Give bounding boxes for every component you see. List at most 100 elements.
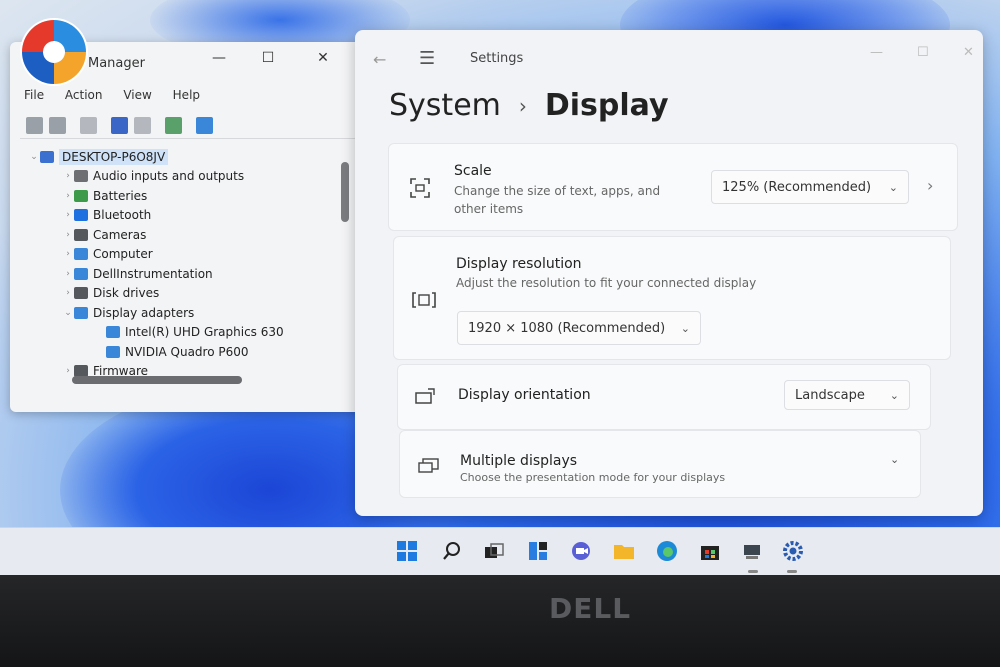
chevron-down-icon[interactable]: ⌄ — [890, 453, 899, 466]
tree-item[interactable]: Intel(R) UHD Graphics 630 — [28, 323, 348, 343]
display-adapter-icon — [74, 306, 88, 319]
tree-item[interactable]: NVIDIA Quadro P600 — [28, 342, 348, 362]
tree-item-label: Display adapters — [93, 305, 195, 320]
scale-dropdown[interactable]: 125% (Recommended) ⌄ — [711, 170, 909, 204]
multiple-displays-card[interactable]: Multiple displays Choose the presentatio… — [399, 430, 921, 498]
search-icon[interactable] — [440, 539, 464, 563]
menu-icon[interactable]: ☰ — [419, 48, 435, 69]
horizontal-scrollbar[interactable] — [72, 376, 242, 384]
resolution-dropdown[interactable]: 1920 × 1080 (Recommended) ⌄ — [457, 311, 701, 345]
edge-icon[interactable] — [655, 539, 679, 563]
battery-icon — [74, 189, 88, 202]
settings-icon[interactable] — [781, 539, 805, 563]
tree-item[interactable]: › Bluetooth — [28, 206, 348, 226]
computer-icon — [40, 150, 54, 163]
menu-bar: File Action View Help — [24, 88, 217, 102]
chevron-down-icon: ⌄ — [888, 180, 898, 194]
orientation-card: Display orientation Landscape ⌄ — [397, 364, 931, 430]
tree-item[interactable]: › Computer — [28, 245, 348, 265]
device-manager-icon[interactable] — [741, 539, 765, 563]
tree-item-label: Audio inputs and outputs — [93, 169, 245, 184]
minimize-button[interactable]: — — [870, 45, 883, 60]
chevron-right-icon[interactable]: › — [62, 210, 74, 220]
display-adapter-icon — [106, 326, 120, 339]
chevron-right-icon[interactable]: › — [62, 249, 74, 259]
windows-start-icon[interactable] — [395, 539, 419, 563]
tree-item[interactable]: ⌄ DESKTOP-P6O8JV — [28, 147, 348, 167]
desktop-screen: Manager — ☐ ✕ File Action View Help ⌄ DES… — [0, 0, 1000, 575]
chevron-right-icon[interactable]: › — [62, 366, 74, 376]
orientation-icon — [415, 388, 435, 404]
chevron-right-icon[interactable]: › — [62, 191, 74, 201]
tree-item-label: Disk drives — [93, 286, 160, 301]
scale-card[interactable]: Scale Change the size of text, apps, and… — [388, 143, 958, 231]
vertical-scrollbar[interactable] — [341, 162, 349, 222]
settings-title: Settings — [470, 51, 524, 66]
device-manager-title: Manager — [88, 56, 145, 71]
monitor-icon — [74, 267, 88, 280]
store-icon[interactable] — [698, 539, 722, 563]
scale-value: 125% (Recommended) — [722, 179, 872, 195]
tree-item-label: Batteries — [93, 188, 148, 203]
back-arrow-icon[interactable]: ← — [373, 50, 386, 69]
device-tree: ⌄ DESKTOP-P6O8JV › Audio inputs and outputs… — [28, 147, 348, 381]
properties-icon[interactable] — [80, 116, 97, 134]
scale-description: Change the size of text, apps, and other… — [454, 184, 661, 216]
speaker-icon — [74, 170, 88, 183]
chevron-right-icon[interactable]: › — [927, 176, 933, 195]
breadcrumb-parent[interactable]: System — [389, 88, 501, 123]
help-icon[interactable] — [111, 116, 128, 134]
tree-item-label: Intel(R) UHD Graphics 630 — [125, 325, 284, 340]
orientation-title: Display orientation — [458, 387, 591, 403]
tree-item[interactable]: › DellInstrumentation — [28, 264, 348, 284]
tree-item[interactable]: › Audio inputs and outputs — [28, 167, 348, 187]
chevron-right-icon: › — [518, 93, 527, 118]
chevron-right-icon[interactable]: › — [62, 171, 74, 181]
tree-item[interactable]: › Disk drives — [28, 284, 348, 304]
tree-item[interactable]: › Batteries — [28, 186, 348, 206]
forward-arrow-icon[interactable] — [49, 116, 66, 134]
tree-item[interactable]: ⌄ Display adapters — [28, 303, 348, 323]
taskbar — [0, 527, 1000, 575]
tree-item-label: DellInstrumentation — [93, 266, 213, 281]
page-title: Display — [544, 88, 669, 123]
close-button[interactable]: ✕ — [963, 45, 974, 60]
monitor-icon — [74, 248, 88, 261]
tree-item-label: NVIDIA Quadro P600 — [125, 344, 249, 359]
settings-window: ← ☰ Settings — ☐ ✕ System › Display Scal… — [355, 30, 983, 516]
chevron-down-icon: ⌄ — [889, 388, 899, 402]
minimize-button[interactable]: — — [204, 50, 234, 66]
tree-item[interactable]: › Cameras — [28, 225, 348, 245]
scan-hardware-icon[interactable] — [165, 116, 182, 134]
orientation-dropdown[interactable]: Landscape ⌄ — [784, 380, 910, 410]
task-view-icon[interactable] — [482, 539, 506, 563]
widgets-icon[interactable] — [526, 539, 550, 563]
file-explorer-icon[interactable] — [612, 539, 636, 563]
menu-view[interactable]: View — [123, 88, 151, 102]
breadcrumb: System › Display — [389, 88, 669, 123]
resolution-card: Display resolution Adjust the resolution… — [393, 236, 951, 360]
chat-icon[interactable] — [569, 539, 593, 563]
device-manager-window: Manager — ☐ ✕ File Action View Help ⌄ DES… — [10, 42, 368, 412]
maximize-button[interactable]: ☐ — [917, 45, 929, 60]
multiple-displays-description: Choose the presentation mode for your di… — [460, 471, 726, 484]
bluetooth-icon — [74, 209, 88, 222]
menu-file[interactable]: File — [24, 88, 44, 102]
back-arrow-icon[interactable] — [26, 116, 43, 134]
close-button[interactable]: ✕ — [308, 50, 338, 66]
chevron-right-icon[interactable]: › — [62, 288, 74, 298]
chevron-down-icon[interactable]: ⌄ — [28, 152, 40, 162]
maximize-button[interactable]: ☐ — [253, 50, 283, 66]
view-icon[interactable] — [134, 116, 151, 134]
chevron-right-icon[interactable]: › — [62, 269, 74, 279]
menu-action[interactable]: Action — [65, 88, 103, 102]
monitor-icon[interactable] — [196, 116, 213, 134]
multiple-displays-title: Multiple displays — [460, 453, 578, 469]
chevron-down-icon[interactable]: ⌄ — [62, 308, 74, 318]
running-indicator — [748, 570, 758, 573]
chevron-down-icon: ⌄ — [680, 321, 690, 335]
chevron-right-icon[interactable]: › — [62, 230, 74, 240]
orientation-value: Landscape — [795, 387, 865, 403]
menu-help[interactable]: Help — [173, 88, 200, 102]
display-adapter-icon — [106, 345, 120, 358]
